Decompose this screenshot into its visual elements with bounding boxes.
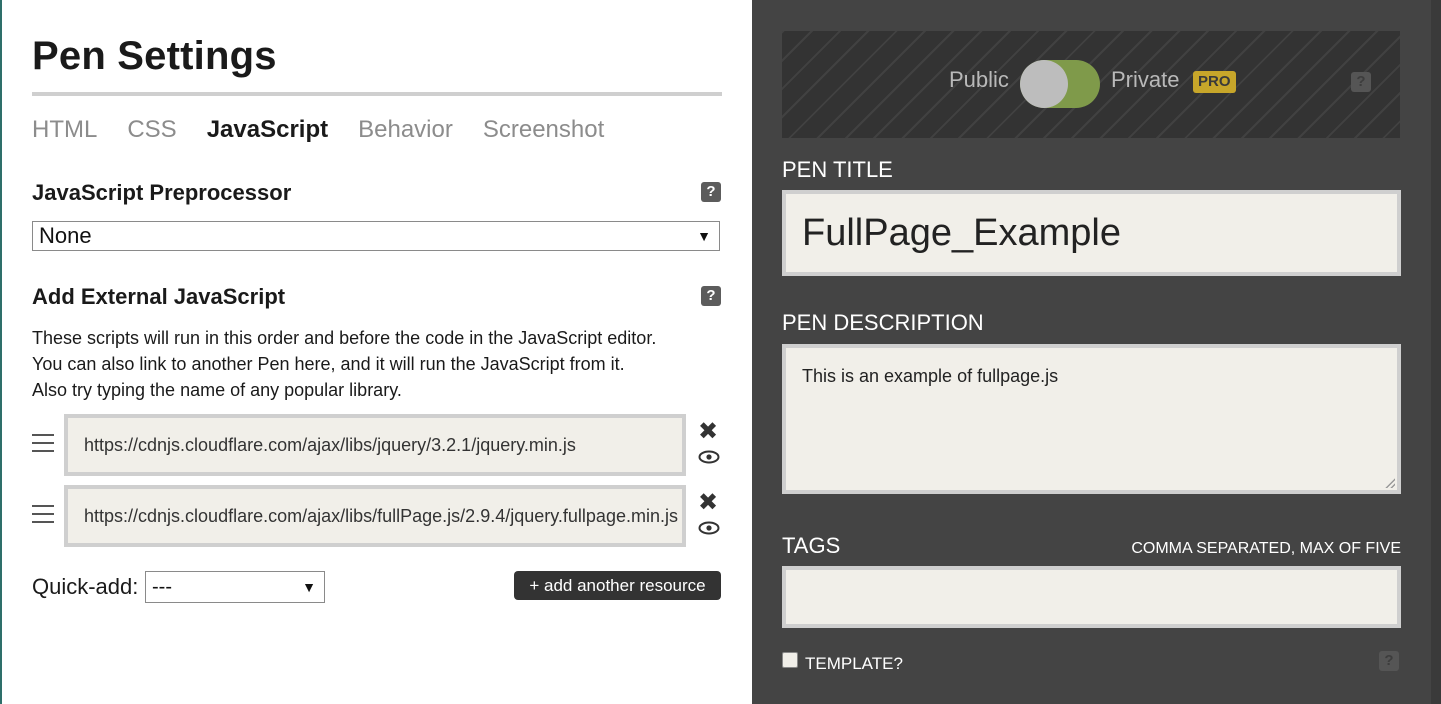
close-icon[interactable]: ✖ [698, 420, 718, 444]
resource-url-input[interactable]: https://cdnjs.cloudflare.com/ajax/libs/j… [64, 414, 686, 476]
settings-tabs: HTML CSS JavaScript Behavior Screenshot [32, 116, 604, 144]
pen-title-input[interactable]: FullPage_Example [782, 190, 1401, 276]
tags-input[interactable] [782, 566, 1401, 628]
drag-handle-icon[interactable] [32, 434, 54, 456]
resize-grip-icon[interactable] [1385, 478, 1395, 488]
tab-html[interactable]: HTML [32, 116, 97, 144]
pro-badge: PRO [1193, 71, 1236, 93]
privacy-help-icon[interactable]: ? [1351, 72, 1371, 92]
tab-css[interactable]: CSS [127, 116, 176, 144]
tab-screenshot[interactable]: Screenshot [483, 116, 604, 144]
preprocessor-select[interactable]: None ▼ [32, 221, 720, 251]
external-js-help-icon[interactable]: ? [701, 286, 721, 306]
external-js-heading: Add External JavaScript [32, 284, 286, 309]
tags-label: TAGS [782, 533, 841, 558]
pen-description-textarea[interactable]: This is an example of fullpage.js [782, 344, 1401, 494]
preprocessor-selected-value: None [39, 223, 92, 248]
pen-details-panel: Public Private PRO ? PEN TITLE FullPage_… [752, 0, 1441, 704]
external-js-description: These scripts will run in this order and… [32, 325, 732, 403]
description-line: You can also link to another Pen here, a… [32, 354, 625, 374]
title-divider [32, 92, 722, 96]
tags-hint: COMMA SEPARATED, MAX OF FIVE [1131, 540, 1401, 557]
eye-icon[interactable] [698, 450, 720, 464]
window-edge [0, 0, 2, 704]
dropdown-arrow-icon: ▼ [302, 579, 316, 595]
resource-url-input[interactable]: https://cdnjs.cloudflare.com/ajax/libs/f… [64, 485, 686, 547]
dropdown-arrow-icon: ▼ [697, 228, 711, 244]
privacy-toggle-area: Public Private PRO ? [782, 31, 1400, 138]
tab-behavior[interactable]: Behavior [358, 116, 453, 144]
description-line: These scripts will run in this order and… [32, 328, 657, 348]
description-line: Also try typing the name of any popular … [32, 380, 402, 400]
eye-icon[interactable] [698, 521, 720, 535]
resource-row: https://cdnjs.cloudflare.com/ajax/libs/f… [30, 485, 720, 547]
add-resource-button[interactable]: + add another resource [514, 571, 721, 600]
quick-add-selected-value: --- [152, 576, 172, 598]
toggle-knob[interactable] [1020, 60, 1068, 108]
template-help-icon[interactable]: ? [1379, 651, 1399, 671]
private-label: Private [1111, 67, 1180, 92]
resource-row: https://cdnjs.cloudflare.com/ajax/libs/j… [30, 414, 720, 476]
page-title: Pen Settings [32, 34, 277, 78]
quick-add-label: Quick-add: [32, 574, 139, 599]
drag-handle-icon[interactable] [32, 505, 54, 527]
privacy-toggle[interactable] [1020, 60, 1100, 108]
template-checkbox[interactable] [782, 652, 798, 668]
scrollbar-track [1431, 0, 1441, 704]
quick-add-select[interactable]: --- ▼ [145, 571, 325, 603]
close-icon[interactable]: ✖ [698, 491, 718, 515]
pen-title-label: PEN TITLE [782, 157, 893, 182]
template-label: TEMPLATE? [805, 654, 903, 673]
pen-description-text: This is an example of fullpage.js [802, 366, 1059, 386]
tab-javascript[interactable]: JavaScript [207, 116, 328, 144]
preprocessor-heading: JavaScript Preprocessor [32, 180, 292, 205]
pen-description-label: PEN DESCRIPTION [782, 310, 984, 335]
public-label: Public [949, 67, 1009, 92]
pen-settings-panel: Pen Settings HTML CSS JavaScript Behavio… [0, 0, 752, 704]
preprocessor-help-icon[interactable]: ? [701, 182, 721, 202]
